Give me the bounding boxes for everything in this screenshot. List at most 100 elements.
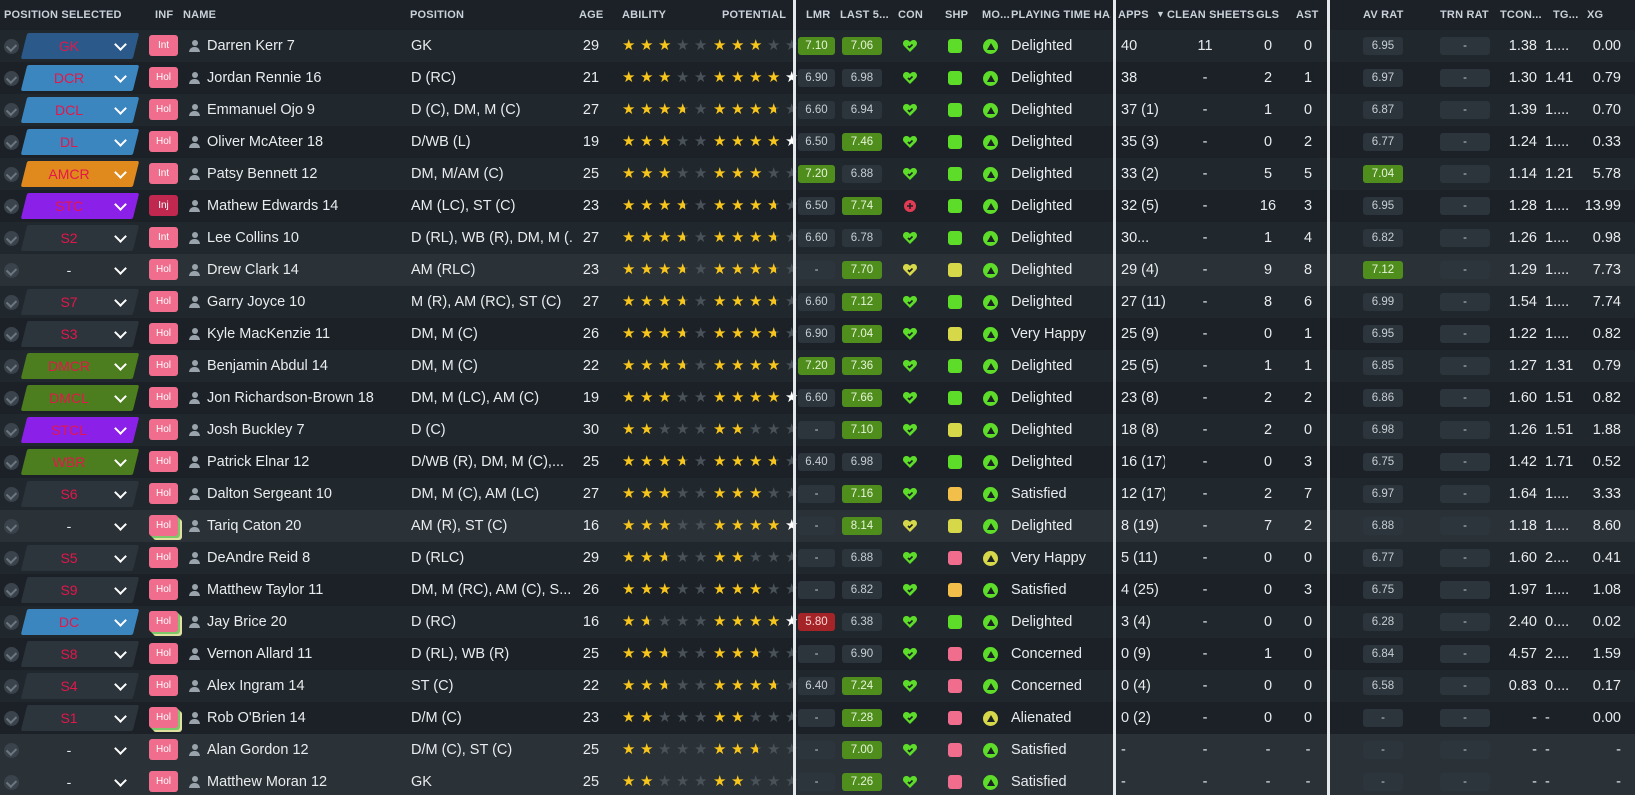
- player-name-link[interactable]: Rob O'Brien 14: [207, 702, 407, 734]
- position-selected-value[interactable]: -: [24, 510, 114, 542]
- col-ast[interactable]: AST: [1296, 9, 1326, 21]
- table-row[interactable]: S5 Hol DeAndre Reid 8D (RLC) 29 ★ ★ ★ ★ ★ ★ ★ ★ ★ ★ -6…: [0, 542, 1635, 574]
- chevron-down-icon[interactable]: [114, 518, 127, 531]
- player-name-link[interactable]: Darren Kerr 7: [207, 30, 407, 62]
- position-selected-value[interactable]: S7: [24, 286, 114, 318]
- position-selected-value[interactable]: -: [24, 254, 114, 286]
- col-gls[interactable]: GLS: [1256, 9, 1286, 21]
- col-clean-sheets[interactable]: CLEAN SHEETS: [1167, 9, 1257, 21]
- player-name-link[interactable]: Oliver McAteer 18: [207, 126, 407, 158]
- player-name-link[interactable]: Josh Buckley 7: [207, 414, 407, 446]
- col-last5[interactable]: LAST 5...: [840, 9, 892, 21]
- position-selected-value[interactable]: S9: [24, 574, 114, 606]
- table-row[interactable]: DC Hol Jay Brice 20 D (RC) 16 ★ ★ ★ ★ ★ ★ ★ ★ ★ ★ 5.80 6…: [0, 606, 1635, 638]
- col-lmr[interactable]: LMR: [806, 9, 836, 21]
- select-check-icon[interactable]: [4, 71, 19, 86]
- position-selected-value[interactable]: GK: [24, 30, 114, 62]
- select-check-icon[interactable]: [4, 455, 19, 470]
- player-name-link[interactable]: Patsy Bennett 12: [207, 158, 407, 190]
- position-selected-value[interactable]: DCL: [24, 94, 114, 126]
- position-selected-value[interactable]: S3: [24, 318, 114, 350]
- table-row[interactable]: S3 Hol Kyle MacKenzie 11 DM, M (C) 26 ★ ★ ★ ★ ★ ★ ★…: [0, 318, 1635, 350]
- position-selected-value[interactable]: DC: [24, 606, 114, 638]
- table-row[interactable]: DCL Hol Emmanuel Ojo 9D (C), DM, M (C) 27 ★ ★…: [0, 94, 1635, 126]
- player-name-link[interactable]: Benjamin Abdul 14: [207, 350, 407, 382]
- select-check-icon[interactable]: [4, 551, 19, 566]
- table-row[interactable]: DMCR Hol Benjamin Abdul 14 DM, M (C) 22 ★ ★ ★ ★ ★…: [0, 350, 1635, 382]
- player-name-link[interactable]: Jay Brice 20: [207, 606, 407, 638]
- player-name-link[interactable]: Dalton Sergeant 10: [207, 478, 407, 510]
- col-name[interactable]: NAME: [183, 9, 283, 21]
- chevron-down-icon[interactable]: [114, 262, 127, 275]
- table-row[interactable]: STCL Hol Josh Buckley 7D (C) 30 ★ ★ ★ ★ ★ ★ ★ ★ ★ ★ -7…: [0, 414, 1635, 446]
- select-check-icon[interactable]: [4, 647, 19, 662]
- select-check-icon[interactable]: [4, 711, 19, 726]
- player-name-link[interactable]: Jon Richardson-Brown 18: [207, 382, 407, 414]
- select-check-icon[interactable]: [4, 423, 19, 438]
- select-check-icon[interactable]: [4, 583, 19, 598]
- select-check-icon[interactable]: [4, 359, 19, 374]
- col-xg[interactable]: XG: [1587, 9, 1617, 21]
- select-check-icon[interactable]: [4, 39, 19, 54]
- select-check-icon[interactable]: [4, 327, 19, 342]
- table-row[interactable]: DMCL Hol Jon Richardson-Brown 18 DM, M (LC)…: [0, 382, 1635, 414]
- select-check-icon[interactable]: [4, 135, 19, 150]
- table-row[interactable]: S2 Int Lee Collins 10 D (RL), WB (R), DM, M…: [0, 222, 1635, 254]
- col-shp[interactable]: SHP: [945, 9, 975, 21]
- position-selected-value[interactable]: -: [24, 766, 114, 795]
- position-selected-value[interactable]: S1: [24, 702, 114, 734]
- col-playing-time[interactable]: PLAYING TIME HA...: [1011, 9, 1111, 21]
- player-name-link[interactable]: Alex Ingram 14: [207, 670, 407, 702]
- position-selected-value[interactable]: DCR: [24, 62, 114, 94]
- player-name-link[interactable]: Vernon Allard 11: [207, 638, 407, 670]
- position-selected-value[interactable]: STC: [24, 190, 114, 222]
- table-row[interactable]: - Hol Alan Gordon 12 D/M (C), ST (C) 25 ★ ★ ★ ★ ★…: [0, 734, 1635, 766]
- position-selected-value[interactable]: S5: [24, 542, 114, 574]
- select-check-icon[interactable]: [4, 615, 19, 630]
- chevron-down-icon[interactable]: [114, 774, 127, 787]
- position-selected-value[interactable]: S6: [24, 478, 114, 510]
- col-trn-rat[interactable]: TRN RAT: [1440, 9, 1500, 21]
- player-name-link[interactable]: Matthew Taylor 11: [207, 574, 407, 606]
- select-check-icon[interactable]: [4, 743, 19, 758]
- position-selected-value[interactable]: S2: [24, 222, 114, 254]
- select-check-icon[interactable]: [4, 167, 19, 182]
- col-position-selected[interactable]: POSITION SELECTED: [4, 9, 144, 21]
- select-check-icon[interactable]: [4, 391, 19, 406]
- player-name-link[interactable]: Tariq Caton 20: [207, 510, 407, 542]
- position-selected-value[interactable]: AMCR: [24, 158, 114, 190]
- table-row[interactable]: GK Int Darren Kerr 7 GK 29 ★ ★ ★ ★ ★ ★ ★ ★ ★ ★ 7.10 7.06…: [0, 30, 1635, 62]
- table-row[interactable]: WBR Hol Patrick Elnar 12 D/WB (R), DM, M (C…: [0, 446, 1635, 478]
- col-age[interactable]: AGE: [579, 9, 609, 21]
- col-tcon[interactable]: TCON...: [1500, 9, 1550, 21]
- col-mo[interactable]: MO...: [982, 9, 1012, 21]
- table-row[interactable]: DL Hol Oliver McAteer 18 D/WB (L) 19 ★ ★ ★ ★ ★ ★ ★ ★…: [0, 126, 1635, 158]
- col-tg[interactable]: TG...: [1553, 9, 1583, 21]
- select-check-icon[interactable]: [4, 295, 19, 310]
- table-row[interactable]: S9 Hol Matthew Taylor 11 DM, M (RC), AM (C)…: [0, 574, 1635, 606]
- table-row[interactable]: STC Inj Mathew Edwards 14 AM (LC), ST (C) 23…: [0, 190, 1635, 222]
- table-row[interactable]: - Hol Tariq Caton 20 AM (R), ST (C) 16 ★ ★ ★ ★ ★ ★…: [0, 510, 1635, 542]
- player-name-link[interactable]: Emmanuel Ojo 9: [207, 94, 407, 126]
- col-con[interactable]: CON: [898, 9, 928, 21]
- table-row[interactable]: S4 Hol Alex Ingram 14 ST (C) 22 ★ ★ ★ ★ ★ ★ ★ ★ ★ ★ 6.4…: [0, 670, 1635, 702]
- position-selected-value[interactable]: WBR: [24, 446, 114, 478]
- table-row[interactable]: S7 Hol Garry Joyce 10 M (R), AM (RC), ST (C…: [0, 286, 1635, 318]
- select-check-icon[interactable]: [4, 487, 19, 502]
- table-row[interactable]: - Hol Matthew Moran 12 GK 25 ★ ★ ★ ★ ★ ★ ★ ★ ★ ★ -7.26 S…: [0, 766, 1635, 795]
- position-selected-value[interactable]: DL: [24, 126, 114, 158]
- select-check-icon[interactable]: [4, 263, 19, 278]
- select-check-icon[interactable]: [4, 679, 19, 694]
- table-row[interactable]: S6 Hol Dalton Sergeant 10 DM, M (C), AM (LC…: [0, 478, 1635, 510]
- player-name-link[interactable]: Lee Collins 10: [207, 222, 407, 254]
- col-av-rat[interactable]: AV RAT: [1363, 9, 1413, 21]
- select-check-icon[interactable]: [4, 775, 19, 790]
- col-inf[interactable]: INF: [155, 9, 185, 21]
- select-check-icon[interactable]: [4, 519, 19, 534]
- player-name-link[interactable]: Alan Gordon 12: [207, 734, 407, 766]
- position-selected-value[interactable]: DMCL: [24, 382, 114, 414]
- table-row[interactable]: AMCR Int Patsy Bennett 12 DM, M/AM (C) 25 ★ ★ ★…: [0, 158, 1635, 190]
- chevron-down-icon[interactable]: [114, 742, 127, 755]
- player-name-link[interactable]: Garry Joyce 10: [207, 286, 407, 318]
- position-selected-value[interactable]: S8: [24, 638, 114, 670]
